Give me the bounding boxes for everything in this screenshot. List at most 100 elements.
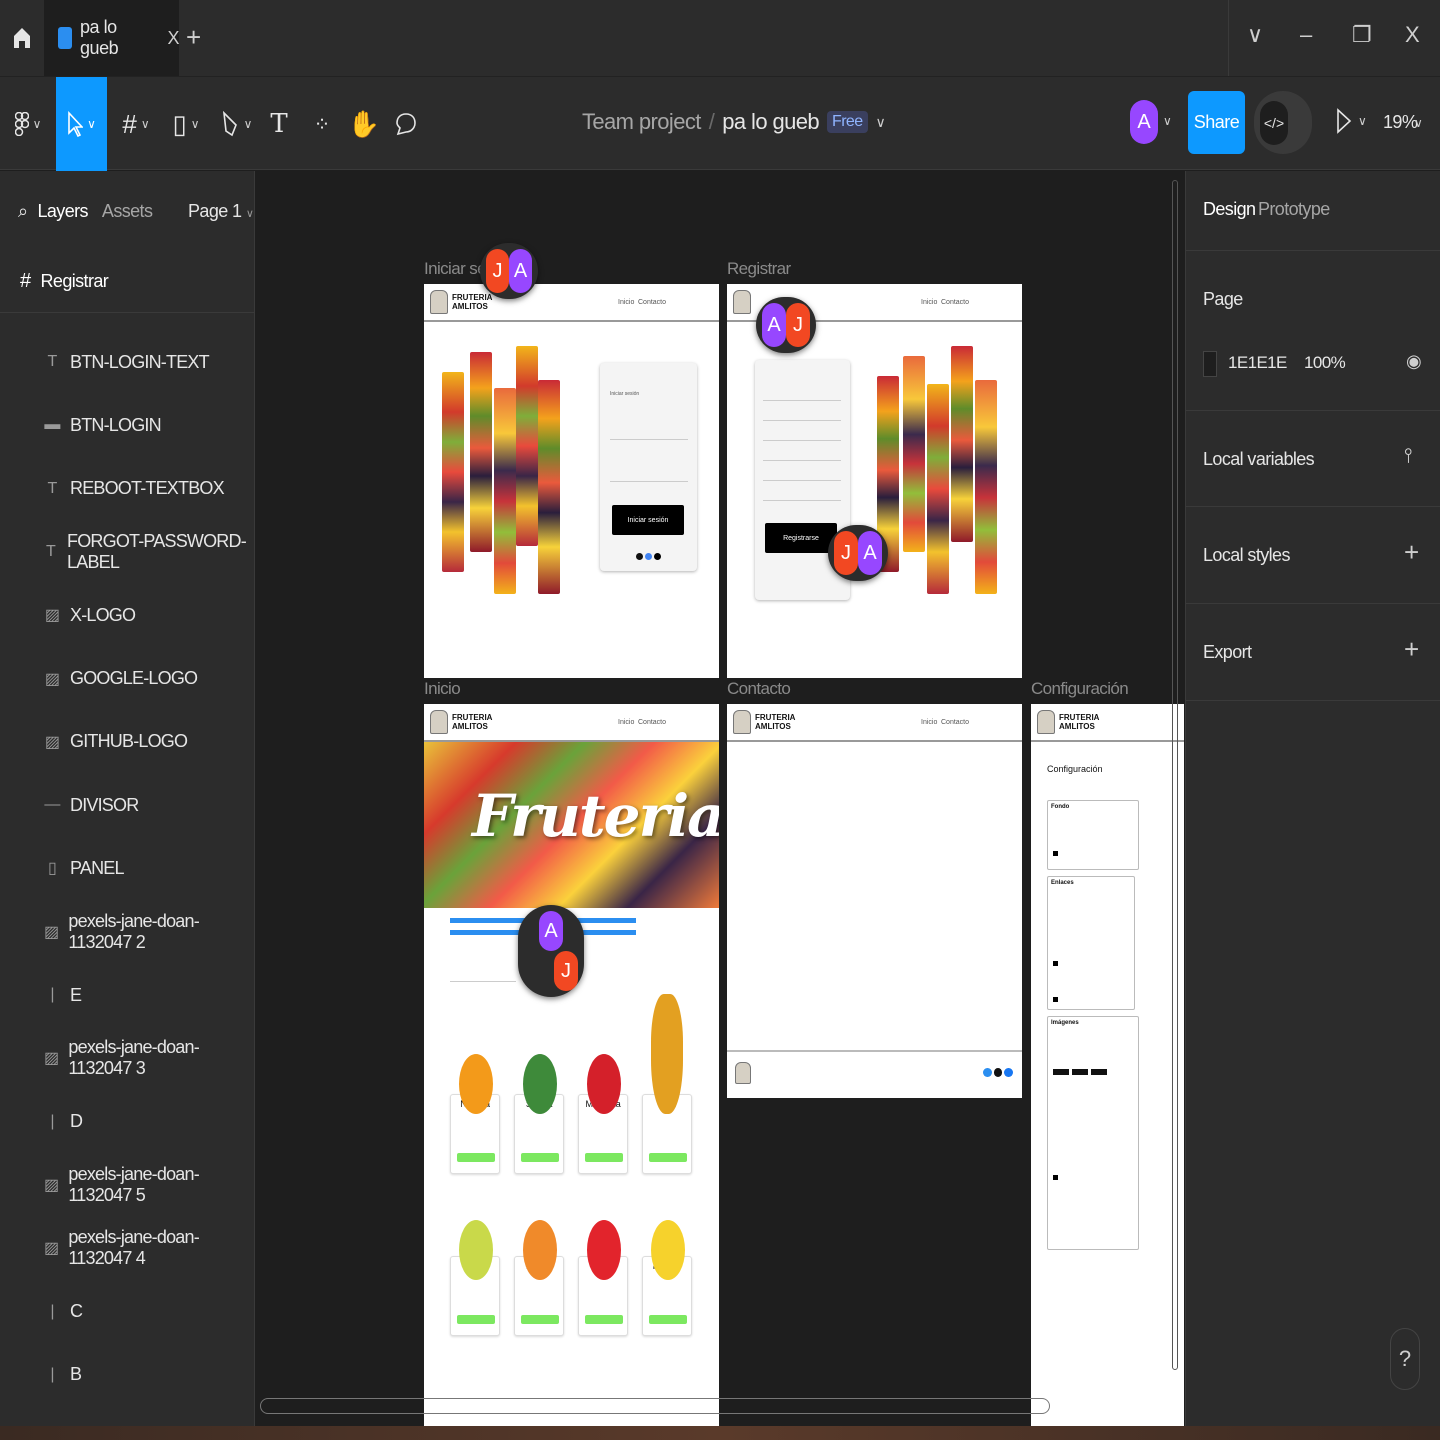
footer: [727, 1050, 1022, 1098]
tab-assets[interactable]: Assets: [102, 201, 153, 222]
dev-mode-toggle[interactable]: </>: [1254, 91, 1312, 154]
canvas[interactable]: Iniciar sesi FRUTERIA AMLITOS Inicio Con…: [256, 171, 1184, 1426]
color-swatch: [1053, 1175, 1058, 1180]
layer-row[interactable]: | C: [0, 1292, 254, 1332]
layer-row[interactable]: ▨ GOOGLE-LOGO: [0, 659, 254, 699]
frame-label-register[interactable]: Registrar: [727, 259, 791, 279]
color-swatch: [1053, 997, 1058, 1002]
logo: [430, 710, 448, 734]
frame-label-home[interactable]: Inicio: [424, 679, 461, 699]
variables-icon[interactable]: ⫯: [1404, 445, 1413, 468]
plan-badge[interactable]: Free: [827, 111, 868, 133]
restore-button[interactable]: ❐: [1352, 22, 1372, 48]
add-icon[interactable]: +: [1404, 537, 1419, 568]
layer-row[interactable]: — DIVISOR: [0, 785, 254, 825]
chevron-down-icon[interactable]: ∨: [876, 114, 886, 131]
breadcrumb-team[interactable]: Team project: [582, 109, 701, 135]
file-tab[interactable]: pa lo gueb X: [44, 0, 179, 76]
minimize-button[interactable]: –: [1300, 22, 1312, 48]
layer-row[interactable]: ▨ pexels-jane-doan-1132047 3: [0, 1037, 254, 1078]
main-menu-button[interactable]: ∨: [6, 77, 50, 171]
search-icon[interactable]: ⌕: [18, 201, 28, 222]
fruit-image: [459, 1054, 493, 1114]
layer-row[interactable]: ▨ GITHUB-LOGO: [0, 722, 254, 762]
frame-login[interactable]: FRUTERIA AMLITOS Inicio Contacto Iniciar…: [424, 284, 719, 678]
tab-design[interactable]: Design: [1203, 199, 1256, 220]
add-tab-button[interactable]: +: [186, 22, 201, 53]
chevron-down-icon[interactable]: ∨: [1414, 116, 1423, 130]
add-to-cart-button: [649, 1153, 687, 1162]
social-icon: [983, 1068, 992, 1077]
bg-opacity[interactable]: 100%: [1304, 353, 1346, 373]
layer-row[interactable]: | B: [0, 1355, 254, 1395]
comment-tool[interactable]: [390, 77, 422, 171]
layer-row[interactable]: ▨ pexels-jane-doan-1132047 4: [0, 1227, 254, 1268]
pen-tool[interactable]: ∨: [214, 77, 258, 171]
collaborator-cursors: J A: [480, 243, 538, 299]
page-select[interactable]: Page 1 ∨: [188, 201, 254, 222]
present-button[interactable]: [1336, 108, 1352, 139]
frame-label-settings[interactable]: Configuración: [1031, 679, 1129, 699]
horizontal-scrollbar[interactable]: [260, 1398, 1050, 1414]
move-tool[interactable]: ∨: [56, 77, 107, 171]
help-button[interactable]: ?: [1390, 1328, 1420, 1390]
tab-prototype[interactable]: Prototype: [1258, 199, 1330, 220]
fruit-strip-image: [538, 380, 560, 594]
shape-tool[interactable]: ▯ ∨: [164, 77, 208, 171]
frame-tool[interactable]: # ∨: [114, 77, 158, 171]
chevron-down-icon[interactable]: ∨: [1247, 22, 1263, 48]
layer-row[interactable]: T FORGOT-PASSWORD-LABEL: [0, 531, 254, 572]
text-tool[interactable]: T: [264, 77, 294, 171]
local-variables-label[interactable]: Local variables: [1203, 449, 1315, 470]
frame-label-contact[interactable]: Contacto: [727, 679, 791, 699]
add-icon[interactable]: +: [1404, 634, 1419, 665]
fruit-image: [523, 1054, 557, 1114]
home-button[interactable]: [0, 0, 44, 76]
tab-layers[interactable]: Layers: [37, 201, 88, 222]
logo: [733, 710, 751, 734]
collaborator-cursors: A J: [518, 905, 584, 997]
panel-tabs: Design Prototype: [1186, 171, 1440, 251]
fruit-strip-image: [951, 346, 973, 542]
chevron-down-icon[interactable]: ∨: [1163, 114, 1172, 128]
layer-row[interactable]: | D: [0, 1102, 254, 1142]
components-tool[interactable]: ⁘: [306, 77, 338, 171]
frame-home[interactable]: FRUTERIA AMLITOS Inicio Contacto Fruteri…: [424, 704, 719, 1426]
text-icon: T: [47, 353, 58, 370]
breadcrumb-file[interactable]: pa lo gueb: [722, 109, 819, 135]
pen-icon: [222, 111, 237, 137]
current-frame-label: Registrar: [40, 271, 109, 291]
frame-settings[interactable]: FRUTERIA AMLITOS Configuración Fondo Enl…: [1031, 704, 1184, 1426]
bg-color-hex[interactable]: 1E1E1E: [1228, 353, 1287, 373]
layer-row[interactable]: T REBOOT-TEXTBOX: [0, 469, 254, 509]
input-field: [763, 440, 841, 441]
components-icon: ⁘: [313, 113, 331, 136]
fruit-image: [651, 994, 683, 1114]
layer-row[interactable]: ▨ pexels-jane-doan-1132047 5: [0, 1164, 254, 1205]
layer-row[interactable]: ▬ BTN-LOGIN: [0, 405, 254, 445]
page-heading: Page: [1203, 289, 1243, 309]
close-window-button[interactable]: X: [1405, 22, 1420, 48]
layer-row[interactable]: ▨ X-LOGO: [0, 595, 254, 635]
avatar[interactable]: A: [1130, 100, 1158, 144]
chevron-down-icon[interactable]: ∨: [1358, 114, 1367, 128]
rectangle-icon: ▯: [47, 860, 57, 878]
layer-row[interactable]: ▨ pexels-jane-doan-1132047 2: [0, 911, 254, 952]
layer-row[interactable]: | E: [0, 975, 254, 1015]
settings-section-title: Enlaces: [1051, 880, 1074, 886]
nav-home: Inicio: [921, 299, 938, 306]
frame-contact[interactable]: FRUTERIA AMLITOS Inicio Contacto: [727, 704, 1022, 1098]
hand-tool[interactable]: ✋: [348, 77, 380, 171]
vertical-scrollbar[interactable]: [1172, 180, 1178, 1370]
color-swatch[interactable]: [1203, 351, 1217, 377]
close-tab-icon[interactable]: X: [167, 28, 179, 49]
layer-row[interactable]: ▯ PANEL: [0, 848, 254, 888]
layer-name: BTN-LOGIN-TEXT: [70, 351, 210, 372]
settings-section: Imágenes: [1047, 1016, 1139, 1250]
eye-icon[interactable]: ◉: [1406, 351, 1422, 372]
nav-contact: Contacto: [638, 299, 667, 306]
layer-row[interactable]: T BTN-LOGIN-TEXT: [0, 342, 254, 382]
current-frame-row[interactable]: # Registrar: [0, 251, 254, 313]
share-button[interactable]: Share: [1188, 91, 1245, 154]
zoom-level[interactable]: 19%: [1383, 112, 1418, 133]
